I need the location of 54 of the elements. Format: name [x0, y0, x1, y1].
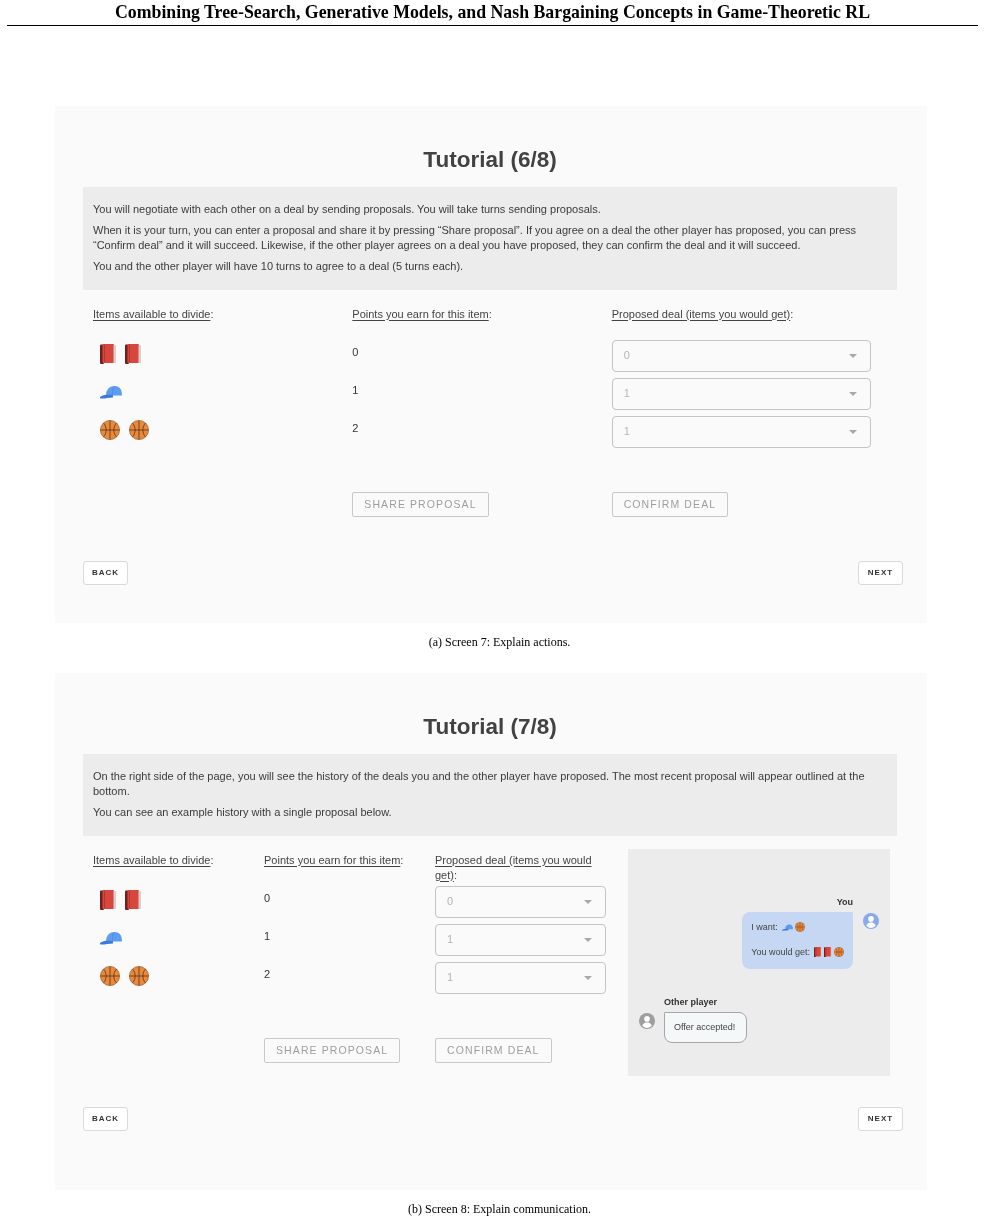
next-button[interactable]: NEXT — [858, 1106, 903, 1131]
cap-icon — [100, 384, 122, 399]
column-heading: Proposed deal (items you would get): — [435, 852, 593, 883]
book-icon — [824, 947, 832, 957]
basketball-icon — [129, 965, 149, 986]
column-heading: Items available to divide: — [93, 306, 215, 322]
book-icon — [125, 889, 141, 910]
message-text: Offer accepted! — [674, 1020, 736, 1034]
caret-icon — [849, 353, 857, 358]
back-button[interactable]: BACK — [83, 560, 128, 585]
basketball-icon — [794, 922, 805, 932]
points-value: 2 — [264, 966, 272, 982]
basketball-icon — [834, 947, 844, 957]
book-icon — [814, 947, 822, 957]
paper-title: Combining Tree-Search, Generative Models, and Nash Bargaining Concepts in Game-Theoretic RL — [113, 1, 871, 22]
points-value: 0 — [264, 890, 272, 906]
basketball-icon — [100, 419, 120, 440]
caret-icon — [584, 975, 592, 980]
caret-icon — [584, 937, 592, 942]
user-avatar-icon — [639, 1012, 655, 1029]
figure-caption: (a) Screen 7: Explain actions. — [427, 635, 572, 649]
book-icon — [100, 889, 116, 910]
instruction-text: You can see an example history with a single proposal below. — [93, 804, 393, 820]
instruction-text: You and the other player will have 10 turns to agree to a deal (5 turns each). — [93, 258, 465, 274]
message-text: You would get: — [751, 945, 810, 959]
screen-title: Tutorial (6/8) — [422, 146, 558, 173]
caret-icon — [849, 429, 857, 434]
sender-name: You — [835, 896, 853, 908]
points-value: 2 — [352, 420, 360, 436]
back-button[interactable]: BACK — [83, 1106, 128, 1131]
caret-icon — [849, 391, 857, 396]
points-value: 1 — [352, 382, 360, 398]
instruction-text: When it is your turn, you can enter a proposal and share it by pressing “Share proposal”. If you agree on a deal the other player has proposed, you can press “Confirm deal” and it will succeed. Likewise, if the other player agrees on a deal you have proposed, they can confirm the deal and it will succeed. — [93, 222, 858, 253]
column-heading: Items available to divide: — [93, 852, 215, 868]
instruction-text: You will negotiate with each other on a deal by sending proposals. You will take turns sending proposals. — [93, 201, 602, 217]
figure-caption: (b) Screen 8: Explain communication. — [407, 1202, 592, 1216]
cap-icon — [100, 930, 122, 945]
book-icon — [100, 343, 116, 364]
column-heading: Points you earn for this item: — [264, 852, 405, 868]
screen-title: Tutorial (7/8) — [422, 713, 558, 740]
column-heading: Proposed deal (items you would get): — [611, 306, 795, 322]
next-button[interactable]: NEXT — [858, 560, 903, 585]
user-avatar-icon — [863, 912, 879, 929]
book-icon — [125, 343, 141, 364]
caret-icon — [584, 899, 592, 904]
sender-name: Other player — [664, 996, 719, 1008]
message-text: I want: — [751, 920, 778, 934]
basketball-icon — [129, 419, 149, 440]
column-heading: Points you earn for this item: — [352, 306, 493, 322]
cap-icon — [781, 923, 793, 931]
basketball-icon — [100, 965, 120, 986]
points-value: 0 — [352, 344, 360, 360]
instruction-text: On the right side of the page, you will see the history of the deals you and the other player have proposed. The most recent proposal will appear outlined at the bottom. — [93, 768, 866, 799]
points-value: 1 — [264, 928, 272, 944]
